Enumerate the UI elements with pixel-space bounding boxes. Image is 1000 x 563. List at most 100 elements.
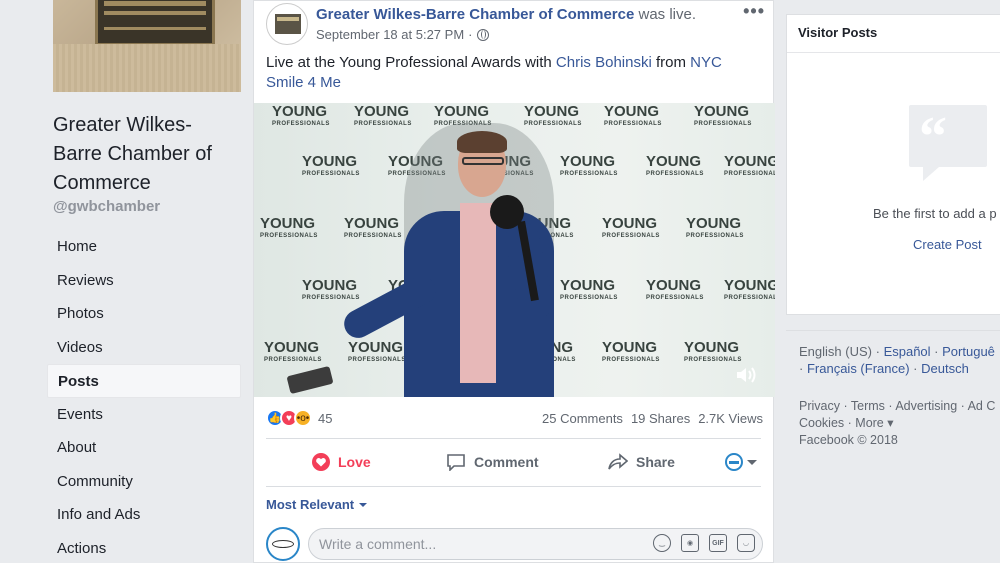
nav-item-posts[interactable]: Posts (47, 364, 241, 398)
post-text: Live at the Young Professional Awards wi… (266, 53, 746, 93)
footer-ad-choices-link[interactable]: Ad C (968, 399, 996, 413)
backdrop-logo: YOUNGPROFESSIONALS (684, 339, 742, 363)
footer-advertising-link[interactable]: Advertising (895, 399, 957, 413)
love-button[interactable]: Love (312, 453, 371, 471)
quote-bubble-icon: “ (909, 105, 987, 181)
nav-item-events[interactable]: Events (47, 398, 241, 432)
footer-privacy-link[interactable]: Privacy (799, 399, 840, 413)
plaque-image (95, 0, 215, 46)
comment-sort-label: Most Relevant (266, 497, 355, 512)
stone-wall (53, 44, 241, 92)
language-portugues[interactable]: Portuguê (942, 344, 995, 359)
more-options-icon[interactable]: ••• (743, 1, 765, 22)
footer-links-row-2: Cookies · More ▾ (799, 416, 894, 430)
live-video-player[interactable]: YOUNG PROFESSIONALS YOUNG PROFESSIONALS YOUN… (254, 103, 775, 397)
post-as-selector[interactable] (725, 453, 757, 471)
backdrop-logo: YOUNGPROFESSIONALS (348, 339, 406, 363)
phone-in-hand (286, 365, 334, 395)
page-footer: Privacy · Terms · Advertising · Ad C Coo… (799, 398, 1000, 449)
wow-reaction-icon: •o• (294, 409, 312, 427)
language-deutsch[interactable]: Deutsch (921, 361, 969, 376)
share-icon (608, 453, 628, 470)
visitor-posts-panel: Visitor Posts “ Be the first to add a p … (786, 14, 1000, 315)
footer-cookies-link[interactable]: Cookies (799, 416, 844, 430)
page-handle[interactable]: @gwbchamber (53, 198, 160, 215)
visitor-posts-empty-text: Be the first to add a p (873, 206, 997, 221)
reaction-count[interactable]: 45 (318, 411, 332, 426)
backdrop-logo: YOUNGPROFESSIONALS (604, 103, 662, 127)
share-button[interactable]: Share (608, 453, 675, 471)
page-nav: Home Reviews Photos Videos Posts Events … (47, 230, 241, 563)
backdrop-logo: YOUNGPROFESSIONALS (724, 277, 775, 301)
language-francais[interactable]: Français (France) (807, 361, 910, 376)
visitor-posts-title: Visitor Posts (798, 25, 878, 40)
nav-item-info-and-ads[interactable]: Info and Ads (47, 498, 241, 532)
commenter-avatar[interactable] (266, 527, 300, 561)
nav-item-photos[interactable]: Photos (47, 297, 241, 331)
mention-chris-bohinski[interactable]: Chris Bohinski (556, 54, 652, 71)
post-text-mid: from (651, 54, 691, 71)
page-title[interactable]: Greater Wilkes-Barre Chamber of Commerce (53, 111, 233, 198)
page-sidebar: Greater Wilkes-Barre Chamber of Commerce… (47, 0, 247, 563)
comment-label: Comment (474, 454, 539, 470)
footer-copyright: Facebook © 2018 (799, 433, 898, 447)
comments-count[interactable]: 25 Comments (542, 411, 623, 426)
emoji-icon[interactable]: ‿ (653, 534, 671, 552)
visitor-posts-divider (787, 52, 1000, 53)
share-label: Share (636, 454, 675, 470)
stats-divider (266, 438, 761, 439)
nav-item-videos[interactable]: Videos (47, 331, 241, 365)
backdrop-logo: YOUNGPROFESSIONALS (646, 153, 704, 177)
post-author-link[interactable]: Greater Wilkes-Barre Chamber of Commerce (316, 6, 634, 23)
backdrop-logo: YOUNGPROFESSIONALS (344, 215, 402, 239)
backdrop-logo: YOUNGPROFESSIONALS (686, 215, 744, 239)
language-espanol[interactable]: Español (884, 344, 931, 359)
backdrop-logo: YOUNGPROFESSIONALS (694, 103, 752, 127)
sticker-icon[interactable]: ◡ (737, 534, 755, 552)
speaker-hair (457, 131, 507, 153)
gif-icon[interactable]: GIF (709, 534, 727, 552)
shares-count[interactable]: 19 Shares (631, 411, 690, 426)
post-actions: Love Comment Share (266, 446, 763, 478)
backdrop-logo: YOUNGPROFESSIONALS (646, 277, 704, 301)
language-current: English (US) (799, 344, 872, 359)
post-timestamp[interactable]: September 18 at 5:27 PM (316, 27, 464, 42)
backdrop-logo: YOUNGPROFESSIONALS (302, 277, 360, 301)
nav-item-home[interactable]: Home (47, 230, 241, 264)
footer-links-row-1: Privacy · Terms · Advertising · Ad C (799, 399, 996, 413)
language-row-1: English (US) · Español · Portuguê (799, 344, 995, 359)
heart-icon (312, 453, 330, 471)
comment-tools: ‿ ◉ GIF ◡ (653, 534, 755, 552)
post-action-text: was live. (638, 6, 697, 23)
speaker-glasses (462, 157, 504, 165)
actions-divider (266, 486, 761, 487)
backdrop-logo: YOUNGPROFESSIONALS (272, 103, 330, 127)
comment-icon (447, 454, 465, 471)
create-post-link[interactable]: Create Post (913, 237, 982, 252)
volume-icon[interactable] (735, 365, 757, 385)
backdrop-logo: YOUNGPROFESSIONALS (302, 153, 360, 177)
post-text-prefix: Live at the Young Professional Awards wi… (266, 54, 556, 71)
views-count[interactable]: 2.7K Views (698, 411, 763, 426)
reactions-summary[interactable]: 👍 ♥ •o• 45 (266, 409, 332, 427)
nav-item-actions[interactable]: Actions (47, 532, 241, 563)
author-avatar[interactable] (266, 3, 308, 45)
globe-icon[interactable] (476, 28, 489, 41)
comment-sort-dropdown[interactable]: Most Relevant (266, 497, 368, 512)
love-label: Love (338, 454, 371, 470)
nav-item-community[interactable]: Community (47, 465, 241, 499)
footer-terms-link[interactable]: Terms (851, 399, 885, 413)
nav-item-reviews[interactable]: Reviews (47, 264, 241, 298)
backdrop-logo: YOUNGPROFESSIONALS (524, 103, 582, 127)
footer-more-link[interactable]: More (855, 416, 883, 430)
post-stats: 👍 ♥ •o• 45 25 Comments 19 Shares 2.7K Vi… (266, 407, 763, 429)
nav-item-about[interactable]: About (47, 431, 241, 465)
page-profile-photo[interactable] (53, 0, 241, 92)
backdrop-logo: YOUNGPROFESSIONALS (560, 153, 618, 177)
engagement-counts: 25 Comments 19 Shares 2.7K Views (542, 411, 763, 426)
backdrop-logo: YOUNGPROFESSIONALS (602, 215, 660, 239)
camera-icon[interactable]: ◉ (681, 534, 699, 552)
backdrop-logo: YOUNGPROFESSIONALS (724, 153, 775, 177)
comment-button[interactable]: Comment (446, 453, 539, 471)
backdrop-logo: YOUNGPROFESSIONALS (560, 277, 618, 301)
